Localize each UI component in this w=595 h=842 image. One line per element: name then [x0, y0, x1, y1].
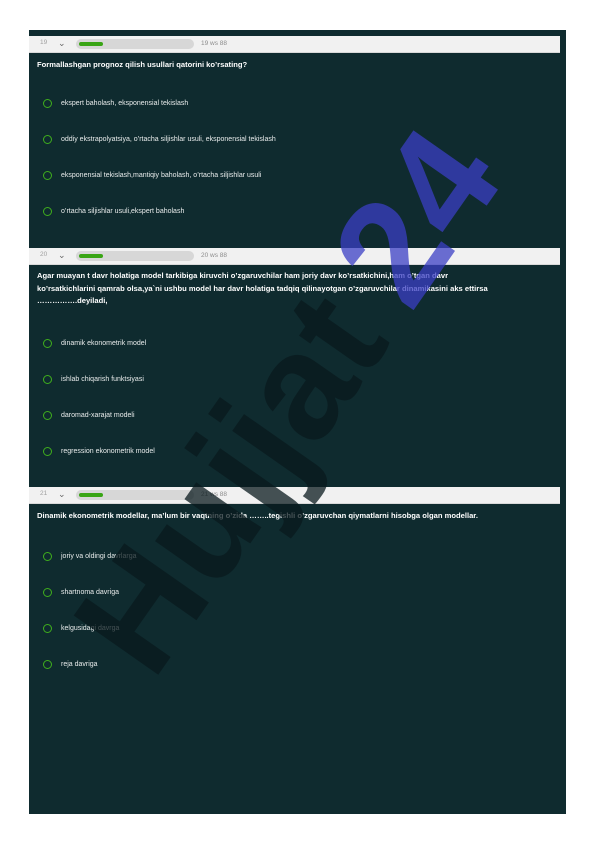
- radio-button[interactable]: [43, 411, 52, 420]
- radio-button[interactable]: [43, 207, 52, 216]
- radio-button[interactable]: [43, 447, 52, 456]
- answer-label: eksponensial tekislash,mantiqiy baholash…: [61, 172, 262, 179]
- answer-option[interactable]: daromad-xarajat modeli: [43, 410, 523, 424]
- answer-label: ekspert baholash, eksponensial tekislash: [61, 100, 189, 107]
- radio-button[interactable]: [43, 552, 52, 561]
- answer-option[interactable]: regression ekonometrik model: [43, 446, 523, 460]
- radio-button[interactable]: [43, 660, 52, 669]
- radio-button[interactable]: [43, 339, 52, 348]
- answer-label: reja davriga: [61, 661, 98, 668]
- question-text-line: …………….deyiladi,: [37, 296, 108, 305]
- question-header-bar: 19 ⌄ 19 ws 88: [29, 36, 560, 53]
- progress-fill: [79, 254, 103, 258]
- answer-option[interactable]: kelgusidagi davrga: [43, 623, 523, 637]
- answer-option[interactable]: oddiy ekstrapolyatsiya, o’rtacha siljish…: [43, 134, 523, 148]
- answer-option[interactable]: shartnoma davriga: [43, 587, 523, 601]
- radio-button[interactable]: [43, 99, 52, 108]
- question-counter: 20 ws 88: [201, 252, 228, 259]
- answer-option[interactable]: reja davriga: [43, 659, 523, 673]
- question-counter: 19 ws 88: [201, 40, 228, 47]
- answer-option[interactable]: o’rtacha siljishlar usuli,ekspert bahola…: [43, 206, 523, 220]
- question-header-bar: 21 ⌄ 21 ws 88: [29, 487, 560, 504]
- answer-label: daromad-xarajat modeli: [61, 412, 135, 419]
- answer-option[interactable]: ekspert baholash, eksponensial tekislash: [43, 98, 523, 112]
- answer-label: ishlab chiqarish funktsiyasi: [61, 376, 144, 383]
- chevron-down-icon[interactable]: ⌄: [58, 488, 66, 500]
- answer-label: kelgusidagi davrga: [61, 625, 120, 632]
- question-text-line: ko’rsatkichlarini qamrab olsa,ya`ni ushb…: [37, 283, 488, 293]
- answer-option[interactable]: ishlab chiqarish funktsiyasi: [43, 374, 523, 388]
- answer-option[interactable]: joriy va oldingi davrlarga: [43, 551, 523, 565]
- answer-label: oddiy ekstrapolyatsiya, o’rtacha siljish…: [61, 136, 276, 143]
- radio-button[interactable]: [43, 588, 52, 597]
- progress-fill: [79, 493, 103, 497]
- question-header-bar: 20 ⌄ 20 ws 88: [29, 248, 560, 265]
- answer-option[interactable]: eksponensial tekislash,mantiqiy baholash…: [43, 170, 523, 184]
- progress-track: [76, 251, 194, 261]
- question-text: Agar muayan t davr holatiga model tarkib…: [37, 270, 557, 308]
- progress-track: [76, 490, 194, 500]
- answer-label: o’rtacha siljishlar usuli,ekspert bahola…: [61, 208, 185, 215]
- radio-button[interactable]: [43, 135, 52, 144]
- answer-label: dinamik ekonometrik model: [61, 340, 147, 347]
- question-number: 20: [40, 251, 48, 258]
- chevron-down-icon[interactable]: ⌄: [58, 37, 66, 49]
- radio-button[interactable]: [43, 375, 52, 384]
- progress-fill: [79, 42, 103, 46]
- question-text-line: Agar muayan t davr holatiga model tarkib…: [37, 271, 449, 280]
- answer-label: regression ekonometrik model: [61, 448, 155, 455]
- answer-label: shartnoma davriga: [61, 589, 119, 596]
- quiz-page: 19 ⌄ 19 ws 88 Formallashgan prognoz qili…: [29, 30, 566, 814]
- progress-track: [76, 39, 194, 49]
- question-counter: 21 ws 88: [201, 491, 228, 498]
- radio-button[interactable]: [43, 624, 52, 633]
- answer-label: joriy va oldingi davrlarga: [61, 553, 137, 560]
- chevron-down-icon[interactable]: ⌄: [58, 249, 66, 261]
- question-number: 21: [40, 490, 48, 497]
- question-text: Dinamik ekonometrik modellar, ma’lum bir…: [37, 511, 478, 520]
- radio-button[interactable]: [43, 171, 52, 180]
- question-number: 19: [40, 39, 48, 46]
- answer-option[interactable]: dinamik ekonometrik model: [43, 338, 523, 352]
- question-text: Formallashgan prognoz qilish usullari qa…: [37, 60, 248, 69]
